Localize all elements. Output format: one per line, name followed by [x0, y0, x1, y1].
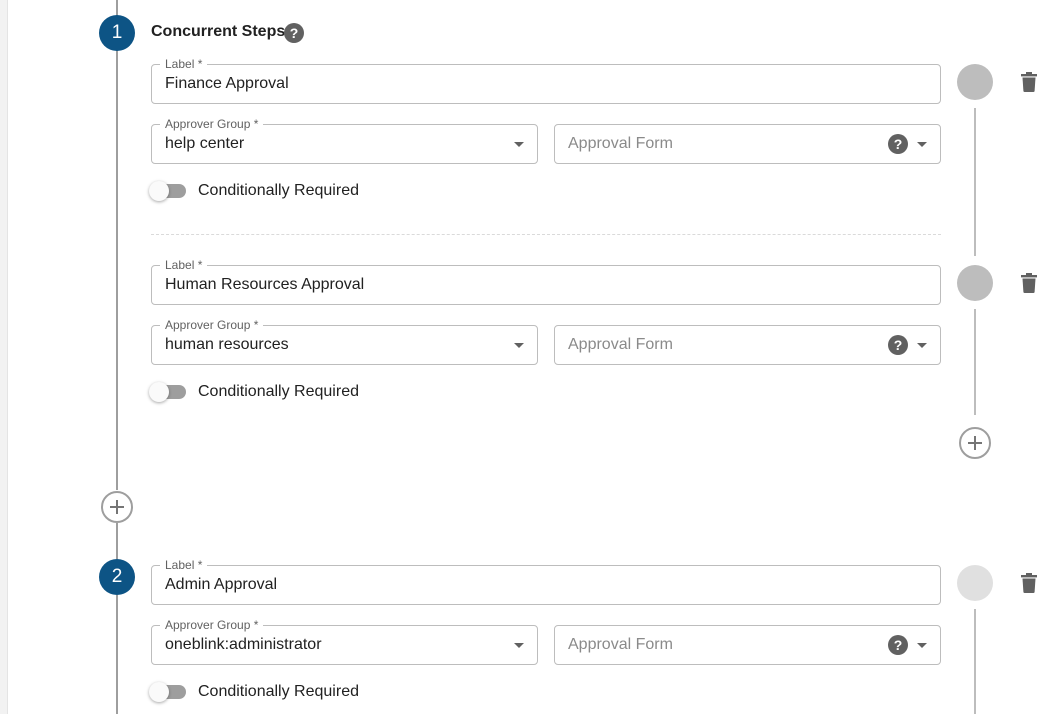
conditionally-required-toggle[interactable] — [149, 682, 186, 702]
substep-dot — [957, 265, 993, 301]
substep-dot — [957, 565, 993, 601]
trash-icon[interactable] — [1021, 273, 1037, 293]
approver-group-select[interactable]: Approver Group * human resources — [151, 318, 538, 365]
add-substep-button[interactable] — [959, 427, 991, 459]
add-step-button[interactable] — [101, 491, 133, 523]
approver-group-select[interactable]: Approver Group * help center — [151, 117, 538, 164]
step-number: 2 — [111, 566, 123, 587]
trash-icon[interactable] — [1021, 573, 1037, 593]
approver-group-caption: Approver Group * — [160, 618, 264, 632]
approval-form-placeholder: Approval Form — [568, 336, 673, 353]
question-circle-icon[interactable]: ? — [888, 134, 908, 154]
left-gutter — [0, 0, 8, 714]
approver-group-value: help center — [165, 135, 245, 152]
sub-timeline-line — [974, 609, 976, 714]
label-field-value: Finance Approval — [165, 75, 289, 92]
toggle-knob — [149, 181, 169, 201]
label-field[interactable]: Label * Admin Approval — [151, 558, 941, 605]
timeline-line-middle — [116, 523, 118, 559]
approval-form-placeholder: Approval Form — [568, 135, 673, 152]
approver-group-value: human resources — [165, 336, 289, 353]
timeline-line-step1 — [116, 50, 118, 490]
caret-down-icon — [917, 142, 927, 147]
approval-form-select[interactable]: Approval Form ? — [554, 325, 941, 365]
label-field-caption: Label * — [160, 558, 208, 572]
toggle-knob — [149, 382, 169, 402]
approval-form-select[interactable]: Approval Form ? — [554, 124, 941, 164]
label-field-value: Admin Approval — [165, 576, 278, 593]
conditionally-required-toggle[interactable] — [149, 382, 186, 402]
approval-form-select[interactable]: Approval Form ? — [554, 625, 941, 665]
label-field-caption: Label * — [160, 258, 208, 272]
conditionally-required-label: Conditionally Required — [198, 683, 359, 700]
caret-down-icon — [514, 142, 524, 147]
question-circle-icon[interactable]: ? — [888, 335, 908, 355]
label-field-value: Human Resources Approval — [165, 276, 365, 293]
toggle-knob — [149, 682, 169, 702]
step-number-badge: 1 — [99, 15, 135, 51]
caret-down-icon — [514, 643, 524, 648]
question-circle-icon[interactable]: ? — [284, 23, 304, 43]
approver-group-caption: Approver Group * — [160, 318, 264, 332]
label-field-caption: Label * — [160, 57, 208, 71]
trash-icon[interactable] — [1021, 72, 1037, 92]
sub-timeline-line — [974, 309, 976, 415]
conditionally-required-label: Conditionally Required — [198, 383, 359, 400]
approver-group-select[interactable]: Approver Group * oneblink:administrator — [151, 618, 538, 665]
substep-divider — [151, 234, 941, 235]
label-field[interactable]: Label * Human Resources Approval — [151, 258, 941, 305]
substep-dot — [957, 64, 993, 100]
caret-down-icon — [917, 643, 927, 648]
conditionally-required-label: Conditionally Required — [198, 182, 359, 199]
step-number: 1 — [111, 22, 123, 43]
approver-group-value: oneblink:administrator — [165, 636, 322, 653]
sub-timeline-line — [974, 108, 976, 256]
section-title: Concurrent Steps — [151, 23, 286, 40]
approver-group-caption: Approver Group * — [160, 117, 264, 131]
caret-down-icon — [917, 343, 927, 348]
conditionally-required-toggle[interactable] — [149, 181, 186, 201]
approval-form-placeholder: Approval Form — [568, 636, 673, 653]
caret-down-icon — [514, 343, 524, 348]
label-field[interactable]: Label * Finance Approval — [151, 57, 941, 104]
question-circle-icon[interactable]: ? — [888, 635, 908, 655]
timeline-line-step2 — [116, 595, 118, 714]
step-number-badge: 2 — [99, 559, 135, 595]
